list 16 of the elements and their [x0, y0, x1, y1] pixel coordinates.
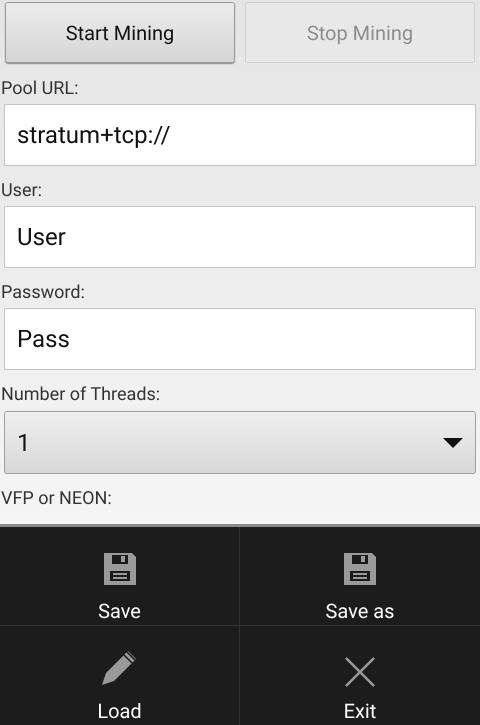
mining-button[interactable]: Start Mining — [5, 2, 235, 63]
input-field[interactable]: Pass — [4, 308, 476, 370]
field-label: VFP or NEON: — [0, 487, 113, 511]
threads-dropdown[interactable]: 1 — [4, 411, 476, 474]
field-label: Pool URL: — [0, 77, 80, 101]
caret-icon — [443, 438, 463, 448]
menu-item[interactable]: Load — [0, 626, 240, 725]
menu-item[interactable]: Save as — [240, 527, 480, 626]
field-label: Number of Threads: — [0, 383, 162, 407]
input-field[interactable]: stratum+tcp:// — [4, 104, 476, 166]
menu-item[interactable]: Save — [0, 527, 240, 626]
field-label: User: — [0, 179, 43, 203]
input-field[interactable]: User — [4, 206, 476, 268]
field-label: Password: — [0, 281, 86, 305]
close-icon — [345, 657, 375, 687]
menu-item[interactable]: Exit — [240, 626, 480, 725]
